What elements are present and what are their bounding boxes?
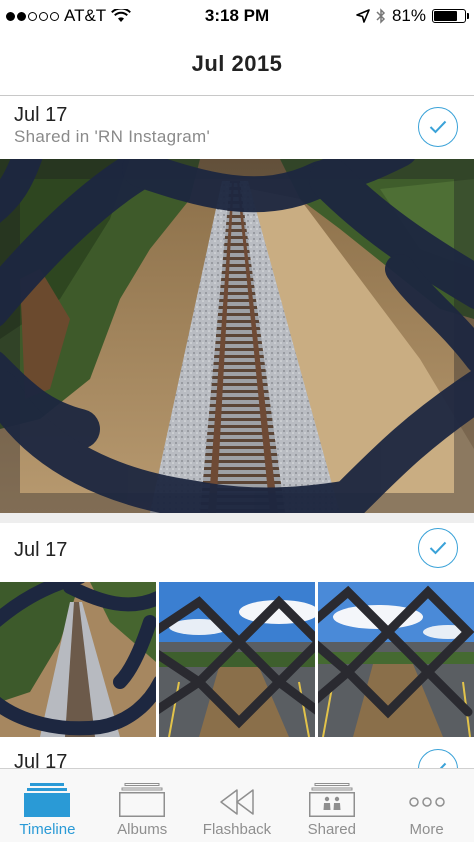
location-arrow-icon [356,9,370,23]
page-title: Jul 2015 [0,32,474,96]
checkmark-icon [429,120,447,134]
wifi-icon [111,9,132,22]
tab-flashback[interactable]: Flashback [190,769,285,842]
tab-label: Shared [307,821,356,838]
group-date: Jul 17 [14,104,68,126]
signal-strength-icon [6,11,59,21]
carrier-label: AT&T [64,6,107,25]
bluetooth-icon [376,8,386,24]
group-header: Jul 17 [0,737,474,768]
group-header: Jul 17 [0,523,474,582]
tab-label: More [409,821,444,838]
shared-icon [308,783,355,817]
photo-grid [0,582,474,737]
photo-thumbnail[interactable] [0,582,156,737]
timeline-icon [24,783,71,817]
select-group-button[interactable] [418,528,458,568]
select-group-button[interactable] [418,107,458,147]
tab-more[interactable]: More [379,769,474,842]
battery-icon [432,9,469,23]
tab-label: Albums [117,821,168,838]
checkmark-icon [429,541,447,555]
group-shared-subtitle: Shared in 'RN Instagram' [14,127,211,146]
tab-label: Timeline [19,821,76,838]
group-date: Jul 17 [14,751,68,768]
group-date: Jul 17 [14,539,68,561]
group-separator [0,513,474,523]
battery-level [434,11,457,21]
page-title-text: Jul 2015 [191,50,283,76]
select-group-button[interactable] [418,749,458,768]
group-header: Jul 17 Shared in 'RN Instagram' [0,96,474,158]
photo-thumbnail[interactable] [318,582,474,737]
status-left: AT&T [0,6,132,26]
tab-bar: Timeline Albums Flashback Shared More [0,768,474,842]
status-right: 81% [356,6,474,26]
tab-albums[interactable]: Albums [95,769,190,842]
tab-shared[interactable]: Shared [284,769,379,842]
status-bar: AT&T 3:18 PM 81% [0,0,474,32]
more-icon [408,797,445,807]
tab-timeline[interactable]: Timeline [0,769,95,842]
battery-percent: 81% [391,6,426,25]
photo-thumbnail[interactable] [159,582,315,737]
albums-icon [119,783,166,817]
photo-railroad-through-fence[interactable] [0,159,474,513]
flashback-icon [220,789,254,815]
tab-label: Flashback [202,821,272,838]
